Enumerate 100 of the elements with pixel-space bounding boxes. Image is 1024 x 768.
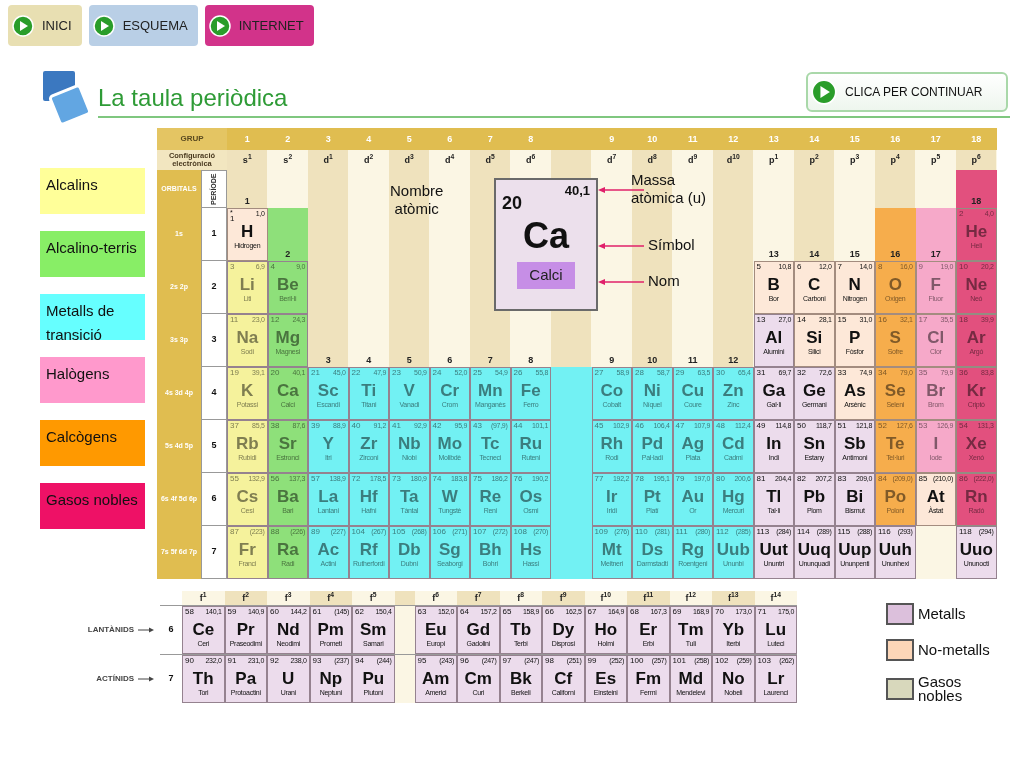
period-number: 5 xyxy=(201,420,227,473)
element-symbol: Cr xyxy=(440,381,460,400)
play-icon xyxy=(12,14,34,37)
atomic-number: 30 xyxy=(716,369,725,377)
group-number: 5 xyxy=(405,354,413,367)
element-symbol: Y xyxy=(322,434,334,453)
atomic-number: 39 xyxy=(311,422,320,430)
element-symbol: Ca xyxy=(276,381,299,400)
group-number: 3 xyxy=(324,354,332,367)
atomic-number: 110 xyxy=(635,528,648,536)
period-number: 7 xyxy=(201,526,227,579)
group-number: 18 xyxy=(956,170,997,208)
atomic-number: 38 xyxy=(270,422,280,430)
element-symbol: Si xyxy=(806,328,823,347)
atomic-number: 72 xyxy=(351,475,361,483)
period-number: 1 xyxy=(201,208,227,261)
element-symbol: K xyxy=(241,381,254,400)
element-symbol: Bh xyxy=(478,540,502,559)
element-symbol: Mo xyxy=(437,434,462,453)
element-symbol: Rh xyxy=(600,434,624,453)
atomic-number: 100 xyxy=(630,657,644,665)
atomic-number: 15 xyxy=(837,316,847,324)
group-number: 1 xyxy=(243,195,251,208)
element-symbol: N xyxy=(848,275,861,294)
group-number: 17 xyxy=(915,128,956,150)
element-symbol: Al xyxy=(765,328,783,347)
atomic-number: 88 xyxy=(270,528,280,536)
element-symbol: Ba xyxy=(276,487,299,506)
atomic-number: 93 xyxy=(312,657,322,665)
group-number: 7 xyxy=(486,354,494,367)
atomic-number: 87 xyxy=(230,528,239,536)
element-symbol: Mn xyxy=(477,381,503,400)
atomic-number: 45 xyxy=(594,422,604,430)
group-number: s$^{1}$ xyxy=(241,151,253,167)
element-symbol: Tc xyxy=(480,434,500,453)
element-symbol: Cd xyxy=(721,434,745,453)
atomic-number: 10 xyxy=(959,263,968,271)
atomic-number: 84 xyxy=(878,475,887,483)
element-symbol: Ne xyxy=(965,275,988,294)
nav-button[interactable]: ESQUEMA xyxy=(88,5,198,46)
atomic-number: 14 xyxy=(797,316,806,324)
atomic-number: 107 xyxy=(473,528,487,536)
group-number: 3 xyxy=(308,128,349,150)
group-number: d$^{8}$ xyxy=(646,151,658,167)
atomic-number: 94 xyxy=(355,657,364,665)
group-number: f$^{8}$ xyxy=(499,591,542,605)
period-number: 2 xyxy=(201,261,227,314)
atomic-number: 112 xyxy=(716,528,729,536)
family-label: Calcògens xyxy=(46,428,117,445)
atomic-number: 86 xyxy=(959,475,968,483)
element-symbol: La xyxy=(318,487,339,506)
element-symbol: Rn xyxy=(964,487,988,506)
atomic-number: 35 xyxy=(918,369,928,377)
element-symbol: Rf xyxy=(359,540,378,559)
atomic-number: 6 xyxy=(797,263,802,271)
atomic-number: 20 xyxy=(270,369,280,377)
element-symbol: Be xyxy=(276,275,299,294)
arrow-icon xyxy=(138,675,154,682)
group-number: s$^{2}$ xyxy=(282,151,294,167)
element-symbol: Gd xyxy=(466,620,491,639)
atomic-number: 22 xyxy=(351,369,361,377)
atomic-number: 21 xyxy=(311,369,320,377)
atomic-number: 5 xyxy=(756,263,761,271)
element-symbol: Ga xyxy=(762,381,786,400)
group-number: d$^{9}$ xyxy=(687,151,699,167)
atomic-number: 16 xyxy=(878,316,887,324)
period-number: 4 xyxy=(201,367,227,420)
atomic-number: 79 xyxy=(675,475,685,483)
atomic-number: 42 xyxy=(432,422,442,430)
atomic-number: 85 xyxy=(918,475,928,483)
element-symbol: As xyxy=(843,381,866,400)
atomic-number: 20 xyxy=(502,194,523,212)
group-number: 5 xyxy=(389,128,430,150)
atomic-number: 29 xyxy=(675,369,685,377)
element-symbol: Fm xyxy=(635,669,661,688)
group-number: p$^{4}$ xyxy=(889,151,901,167)
atomic-number: 8 xyxy=(878,263,883,271)
continue-button[interactable]: CLICA PER CONTINUAR xyxy=(806,72,1008,112)
element-symbol: Mg xyxy=(275,328,300,347)
group-number: 2 xyxy=(267,128,308,150)
element-symbol: Sm xyxy=(360,620,387,639)
atomic-number: 103 xyxy=(757,657,771,665)
atomic-number: 91 xyxy=(227,657,237,665)
element-symbol: O xyxy=(888,275,902,294)
element-symbol: Ar xyxy=(966,328,986,347)
group-number: 4 xyxy=(348,128,389,150)
atomic-number: 53 xyxy=(918,422,928,430)
atomic-number: 32 xyxy=(797,369,806,377)
element-symbol: C xyxy=(808,275,821,294)
atomic-number: 108 xyxy=(513,528,527,536)
group-number: f$^{10}$ xyxy=(584,591,627,605)
atomic-number: 89 xyxy=(311,528,320,536)
family-label: Halògens xyxy=(46,365,110,382)
atomic-number: 96 xyxy=(460,657,469,665)
group-number: 18 xyxy=(956,128,997,150)
element-symbol: Ce xyxy=(192,620,215,639)
element-symbol: Lu xyxy=(765,620,787,639)
element-symbol: Ds xyxy=(641,540,664,559)
nav-button[interactable]: INICI xyxy=(8,5,82,46)
family-label: Alcalins xyxy=(46,176,98,193)
